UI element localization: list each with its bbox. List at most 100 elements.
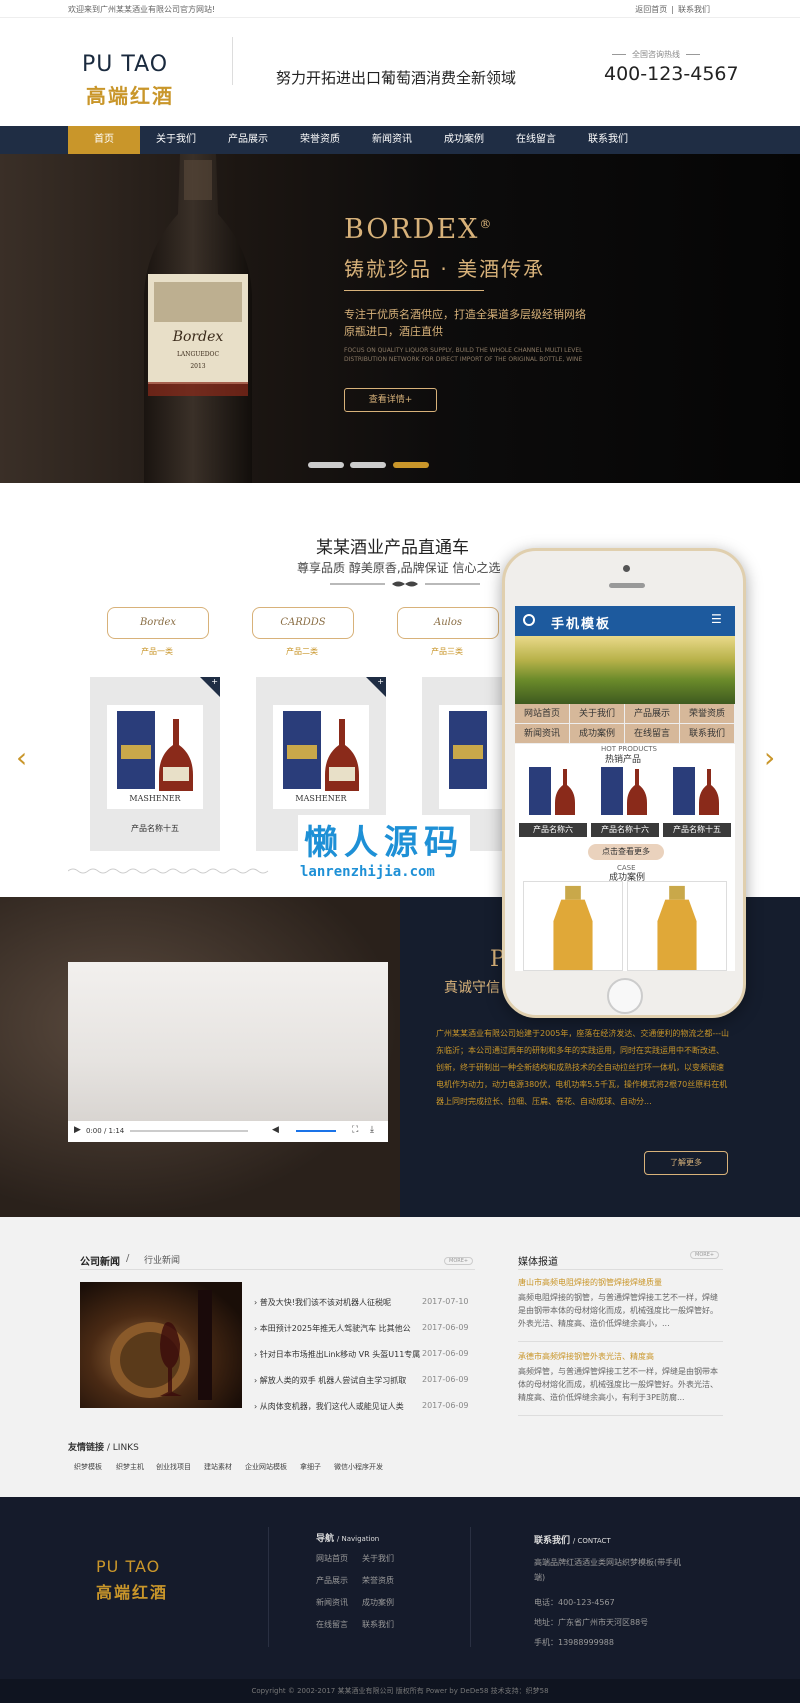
nav-item-cases[interactable]: 成功案例 bbox=[428, 126, 500, 154]
phone-title: 手机模板 bbox=[551, 617, 612, 632]
news-item[interactable]: › 普及大快!我们该不该对机器人征税呢 2017-07-10 bbox=[254, 1297, 474, 1308]
header: PU TAO 高端红酒 努力开拓进出口葡萄酒消费全新领域 全国咨询热线 400-… bbox=[0, 19, 800, 126]
friend-link[interactable]: 拿细子 bbox=[300, 1462, 321, 1472]
news-item[interactable]: › 解放人类的双手 机器人尝试自主学习抓取 2017-06-09 bbox=[254, 1375, 474, 1386]
footer-contact-title: 联系我们 / CONTACT bbox=[534, 1533, 611, 1546]
links-title-cn: 友情链接 bbox=[68, 1443, 105, 1453]
footer-nav-link[interactable]: 成功案例 bbox=[362, 1597, 394, 1608]
friend-link[interactable]: 企业网站模板 bbox=[245, 1462, 287, 1472]
phone-product[interactable]: 产品名称六 bbox=[519, 763, 587, 839]
category-button-3[interactable]: Aulos bbox=[397, 607, 499, 639]
nav-item-products[interactable]: 产品展示 bbox=[212, 126, 284, 154]
media-divider bbox=[518, 1341, 723, 1342]
news-item[interactable]: › 从肉体变机器，我们这代人或能见证人类 2017-06-09 bbox=[254, 1401, 474, 1412]
phone-case-item[interactable] bbox=[627, 881, 727, 971]
media-more-button[interactable]: MORE+ bbox=[690, 1251, 720, 1259]
contact-link[interactable]: 联系我们 bbox=[678, 5, 710, 14]
nav-item-message[interactable]: 在线留言 bbox=[500, 126, 572, 154]
phone-nav-item[interactable]: 新闻资讯 bbox=[515, 724, 570, 744]
plus-icon[interactable]: + bbox=[211, 677, 218, 686]
news-item-date: 2017-06-09 bbox=[422, 1375, 469, 1384]
download-icon[interactable]: ⤓ bbox=[370, 1125, 374, 1135]
phone-home-button bbox=[607, 978, 643, 1014]
phone-nav-item[interactable]: 在线留言 bbox=[625, 724, 680, 744]
category-button-2[interactable]: CARDDS bbox=[252, 607, 354, 639]
ornament-divider bbox=[330, 581, 480, 587]
nav-item-honors[interactable]: 荣誉资质 bbox=[284, 126, 356, 154]
media-item-title[interactable]: 承德市高频焊接钢管外表光洁、精度高 bbox=[518, 1351, 654, 1362]
phone-product-name: 产品名称六 bbox=[519, 823, 587, 837]
news-image bbox=[80, 1282, 242, 1408]
footer-nav-link[interactable]: 荣誉资质 bbox=[362, 1575, 394, 1586]
footer-divider bbox=[268, 1527, 269, 1647]
phone-product-image bbox=[667, 763, 727, 823]
phone-nav-item[interactable]: 成功案例 bbox=[570, 724, 625, 744]
footer-nav-link[interactable]: 新闻资讯 bbox=[316, 1597, 348, 1608]
media-item-title[interactable]: 唐山市高频电阻焊接的钢管焊接焊缝质量 bbox=[518, 1277, 662, 1288]
video-controls: ▶ 0:00 / 1:14 ◀ ⛶ ⤓ bbox=[68, 1121, 388, 1142]
chevron-right-icon[interactable]: › bbox=[764, 741, 775, 774]
learn-more-button[interactable]: 了解更多 bbox=[644, 1151, 728, 1175]
phone-product-name: 产品名称十六 bbox=[591, 823, 659, 837]
footer-nav-link[interactable]: 关于我们 bbox=[362, 1553, 394, 1564]
volume-slider[interactable] bbox=[296, 1130, 336, 1132]
news-section: 公司新闻 / 行业新闻 MORE+ › 普及大快!我们该不该对机器人征税呢 201… bbox=[0, 1217, 800, 1497]
slogan: 努力开拓进出口葡萄酒消费全新领域 bbox=[276, 69, 517, 87]
video-player[interactable] bbox=[68, 962, 388, 1142]
news-item-date: 2017-07-10 bbox=[422, 1297, 469, 1306]
volume-icon[interactable]: ◀ bbox=[272, 1125, 279, 1135]
footer-nav-link[interactable]: 在线留言 bbox=[316, 1619, 348, 1630]
nav-item-contact[interactable]: 联系我们 bbox=[572, 126, 644, 154]
logo-cn[interactable]: 高端红酒 bbox=[86, 80, 174, 109]
phone-nav-item[interactable]: 网站首页 bbox=[515, 704, 570, 724]
footer-nav-link[interactable]: 网站首页 bbox=[316, 1553, 348, 1564]
slider-dot-active[interactable] bbox=[393, 462, 429, 468]
phone-nav-item[interactable]: 产品展示 bbox=[625, 704, 680, 724]
phone-product[interactable]: 产品名称十五 bbox=[663, 763, 731, 839]
nav-item-home[interactable]: 首页 bbox=[68, 126, 140, 154]
phone-nav-item[interactable]: 联系我们 bbox=[680, 724, 735, 744]
banner-details-button[interactable]: 查看详情+ bbox=[344, 388, 437, 412]
play-icon[interactable]: ▶ bbox=[74, 1125, 81, 1135]
bottle-label-name: Bordex bbox=[172, 329, 224, 345]
phone-nav-item[interactable]: 荣誉资质 bbox=[680, 704, 735, 724]
friend-link[interactable]: 织梦模板 bbox=[74, 1462, 102, 1472]
news-item-title: 普及大快!我们该不该对机器人征税呢 bbox=[259, 1298, 391, 1307]
friend-link[interactable]: 建站素材 bbox=[204, 1462, 232, 1472]
phone-banner bbox=[515, 636, 735, 704]
nav-item-news[interactable]: 新闻资讯 bbox=[356, 126, 428, 154]
phone-product[interactable]: 产品名称十六 bbox=[591, 763, 659, 839]
footer-contact-title-en: / CONTACT bbox=[572, 1537, 611, 1545]
plus-icon[interactable]: + bbox=[377, 677, 384, 686]
product-card[interactable]: MASHENER + 产品名称十五 bbox=[90, 677, 220, 851]
hotline-label: 全国咨询热线 bbox=[606, 49, 706, 60]
chevron-left-icon[interactable]: ‹ bbox=[16, 741, 27, 774]
home-link[interactable]: 返回首页 bbox=[635, 5, 667, 14]
slider-dot[interactable] bbox=[308, 462, 344, 468]
phone-nav-item[interactable]: 关于我们 bbox=[570, 704, 625, 724]
banner-divider bbox=[344, 290, 484, 291]
product-brand: MASHENER bbox=[295, 794, 347, 803]
footer-nav-link[interactable]: 产品展示 bbox=[316, 1575, 348, 1586]
search-icon[interactable] bbox=[523, 614, 535, 626]
news-more-button[interactable]: MORE+ bbox=[444, 1257, 474, 1265]
friend-link[interactable]: 织梦主机 bbox=[116, 1462, 144, 1472]
news-item[interactable]: › 本田预计2025年推无人驾驶汽车 比其他公 2017-06-09 bbox=[254, 1323, 474, 1334]
friend-link[interactable]: 创业找项目 bbox=[156, 1462, 191, 1472]
fullscreen-icon[interactable]: ⛶ bbox=[352, 1125, 358, 1135]
news-item[interactable]: › 针对日本市场推出Link移动 VR 头盔U11专属 2017-06-09 bbox=[254, 1349, 474, 1360]
footer-company: 高端品牌红酒酒业类网站织梦模板(带手机端) bbox=[534, 1558, 682, 1582]
tab-industry-news[interactable]: 行业新闻 bbox=[144, 1253, 180, 1266]
nav-item-about[interactable]: 关于我们 bbox=[140, 126, 212, 154]
phone-more-button[interactable]: 点击查看更多 bbox=[588, 844, 664, 860]
friend-link[interactable]: 微信小程序开发 bbox=[334, 1462, 383, 1472]
footer-nav-title-en: / Navigation bbox=[336, 1535, 380, 1543]
footer-nav-link[interactable]: 联系我们 bbox=[362, 1619, 394, 1630]
logo-en[interactable]: PU TAO bbox=[82, 52, 168, 77]
video-progress[interactable] bbox=[130, 1130, 248, 1132]
slider-dot[interactable] bbox=[350, 462, 386, 468]
tab-company-news[interactable]: 公司新闻 bbox=[80, 1253, 120, 1268]
category-button-1[interactable]: Bordex bbox=[107, 607, 209, 639]
phone-case-item[interactable] bbox=[523, 881, 623, 971]
menu-icon[interactable]: ☰ bbox=[711, 612, 722, 626]
